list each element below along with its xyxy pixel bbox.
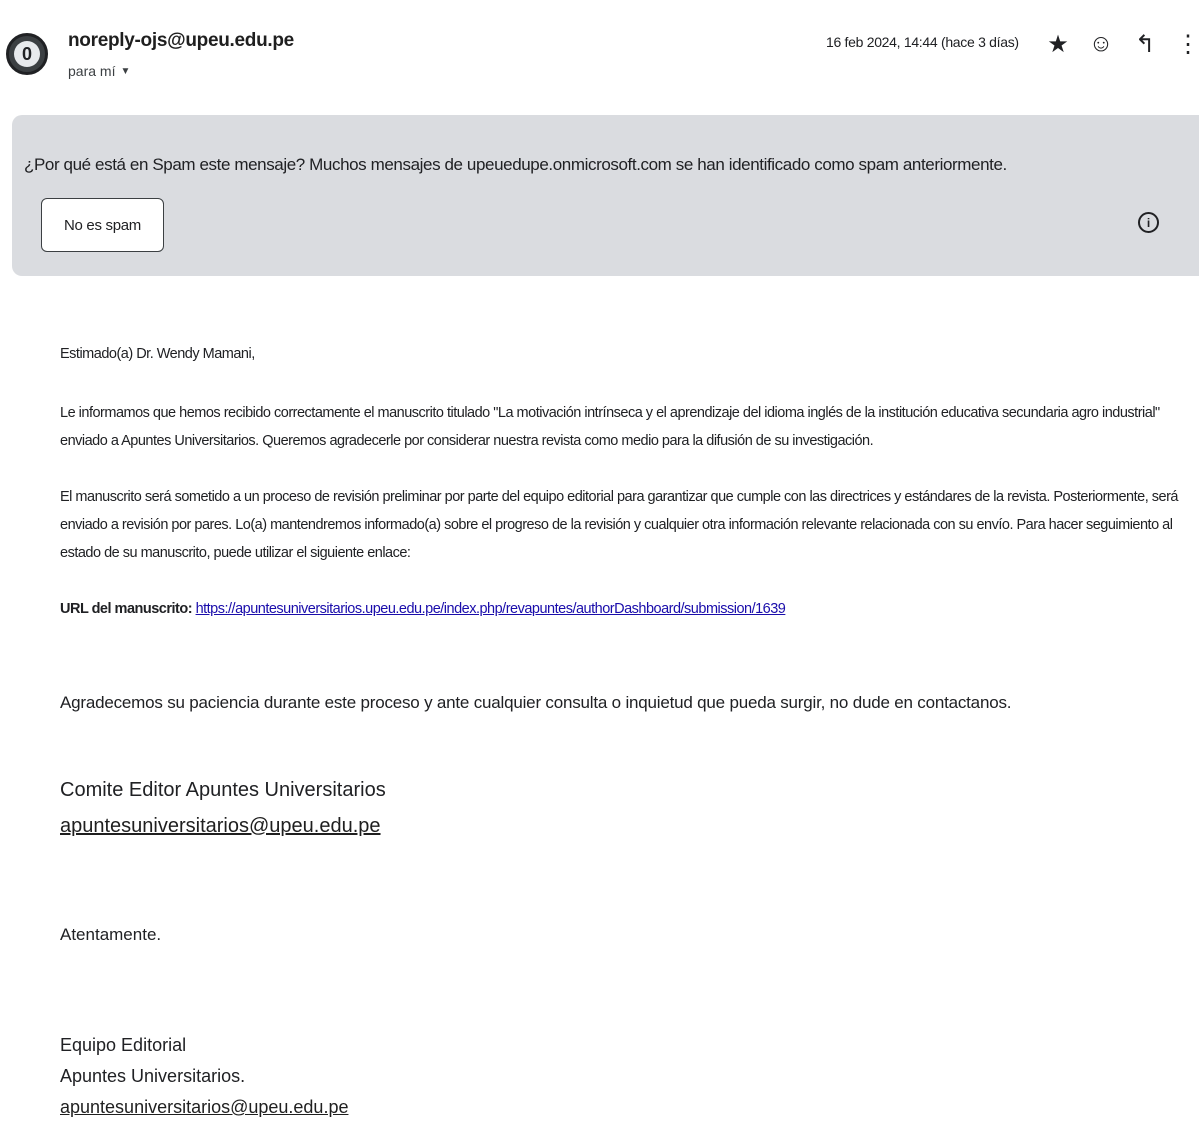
sender-address[interactable]: noreply-ojs@upeu.edu.pe	[68, 30, 294, 52]
chevron-down-icon: ▼	[120, 65, 131, 77]
committee-signature: Comite Editor Apuntes Universitarios apu…	[60, 772, 386, 844]
info-icon[interactable]: i	[1138, 212, 1159, 233]
thanks-paragraph: Agradecemos su paciencia durante este pr…	[60, 693, 1012, 712]
message-header: 0 noreply-ojs@upeu.edu.pe para mí ▼ 16 f…	[0, 0, 1199, 110]
recipient-dropdown[interactable]: para mí ▼	[68, 63, 130, 79]
recipient-label: para mí	[68, 63, 116, 79]
manuscript-url-link[interactable]: https://apuntesuniversitarios.upeu.edu.p…	[196, 601, 786, 617]
greeting: Estimado(a) Dr. Wendy Mamani,	[60, 346, 255, 362]
committee-name: Comite Editor Apuntes Universitarios	[60, 779, 386, 801]
avatar-glyph: 0	[14, 41, 40, 67]
more-vert-icon[interactable]: ⋮	[1176, 30, 1199, 58]
manuscript-url-line: URL del manuscrito: https://apuntesunive…	[60, 595, 786, 623]
reply-icon[interactable]: ↰	[1131, 30, 1159, 58]
url-label: URL del manuscrito:	[60, 601, 193, 617]
emoji-icon[interactable]: ☺	[1087, 30, 1115, 58]
body-paragraph-2: El manuscrito será sometido a un proceso…	[60, 489, 1178, 561]
closing-text: Atentamente.	[60, 925, 162, 944]
team-email-link[interactable]: apuntesuniversitarios@upeu.edu.pe	[60, 1097, 348, 1117]
body-paragraph-1: Le informamos que hemos recibido correct…	[60, 405, 1160, 449]
team-name: Equipo Editorial	[60, 1035, 187, 1055]
sender-avatar[interactable]: 0	[6, 33, 48, 75]
committee-email-link[interactable]: apuntesuniversitarios@upeu.edu.pe	[60, 815, 381, 837]
journal-name: Apuntes Universitarios.	[60, 1066, 246, 1086]
message-date: 16 feb 2024, 14:44 (hace 3 días)	[826, 34, 1019, 50]
not-spam-button[interactable]: No es spam	[41, 198, 164, 252]
spam-reason-text: ¿Por qué está en Spam este mensaje? Much…	[24, 155, 1007, 174]
team-signature: Equipo Editorial Apuntes Universitarios.…	[60, 1030, 348, 1123]
spam-warning-banner: ¿Por qué está en Spam este mensaje? Much…	[12, 115, 1199, 276]
star-icon[interactable]: ★	[1044, 30, 1072, 58]
